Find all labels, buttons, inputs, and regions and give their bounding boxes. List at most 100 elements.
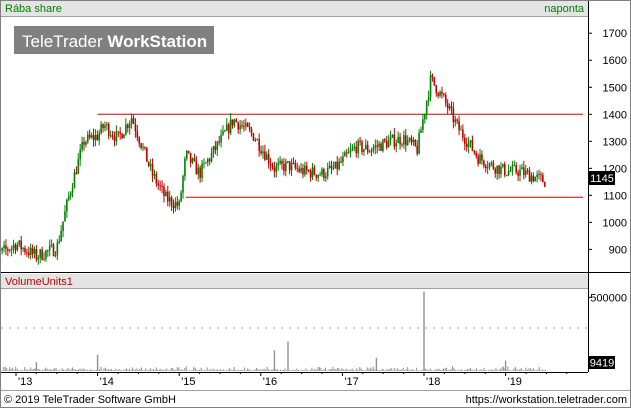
candle-body [134,123,137,132]
x-tick-label: '13 [18,376,32,388]
candle-body [3,245,5,249]
candle-body [87,134,89,142]
candle-body [205,162,207,164]
candle-body [37,257,40,260]
candle-body [425,101,428,114]
candle-body [128,123,131,128]
candle-body [98,133,101,141]
candle-body [237,122,240,130]
candle-body [492,162,495,169]
candle-body [473,150,476,153]
candle-body [102,124,104,128]
candle-body [523,167,525,175]
candle-body [435,85,438,94]
candle-body [265,154,268,160]
volume-y-ticks: 500000 [588,292,627,304]
candle-body [1,248,3,251]
candle-body [361,141,363,152]
last-volume-label: 9419 [590,358,614,370]
candle-body [349,149,352,152]
candle-body [494,168,497,174]
candle-body [168,197,171,202]
candle-body [404,135,407,145]
candle-body [48,245,51,251]
candle-body [147,161,150,166]
candle-body [174,202,177,209]
candle-body [524,170,527,175]
candle-body [464,137,466,144]
candle-body [294,162,297,168]
candle-body [305,165,308,171]
candle-body [509,170,512,172]
candle-body [92,135,95,141]
candle-body [515,165,518,173]
x-tick-label: '14 [100,376,114,388]
candle-body [199,167,201,178]
candle-body [448,106,451,109]
candle-body [119,131,121,134]
candle-body [538,174,540,176]
candle-body [73,172,76,189]
candle-body [54,255,57,257]
candle-body [500,166,502,175]
candle-body [387,140,390,148]
candle-body [281,160,283,164]
candle-body [88,134,91,138]
candle-body [532,175,535,182]
price-y-tick-label: 1100 [603,190,627,202]
candle-body [311,167,314,178]
candle-body [344,152,346,157]
candle-body [370,150,373,152]
candle-body [477,156,479,164]
candle-body [467,142,470,148]
candle-body [332,168,335,170]
candle-body [403,135,405,145]
candle-body [233,119,236,126]
volume-chart-title: VolumeUnits1 [5,276,73,288]
candle-body [125,124,127,135]
candle-body [408,138,411,141]
chart-canvas: Rába share naponta TeleTrader WorkStatio… [0,0,631,408]
candle-body [22,247,24,250]
candle-body [427,96,430,102]
candle-body [513,165,516,167]
candle-body [528,170,531,182]
candle-body [212,146,215,153]
candle-body [292,162,295,164]
candle-body [393,134,396,147]
candle-body [530,175,533,182]
candle-body [109,135,112,137]
candle-body [483,160,485,166]
candle-body [140,143,142,148]
candle-body [465,143,468,148]
candle-body [176,202,179,206]
candle-body [214,146,217,150]
candle-body [184,158,186,177]
candle-body [290,162,293,171]
candle-body [452,108,455,123]
candle-body [378,143,380,147]
candle-body [250,129,253,134]
candle-body [486,167,489,169]
candle-body [104,125,106,128]
candle-body [357,140,359,154]
price-y-tick-label: 1700 [603,28,627,40]
x-tick-label: '18 [426,376,440,388]
candle-body [142,146,144,148]
candle-body [502,163,504,167]
candle-body [218,141,220,143]
candle-body [372,147,375,151]
candle-body [39,249,42,258]
price-y-tick-label: 900 [609,244,627,256]
candle-body [326,168,329,177]
candle-body [456,119,458,121]
candle-body [113,136,116,141]
candle-body [161,186,163,188]
candle-body [121,133,123,139]
watermark-part1: TeleTrader [22,32,107,51]
price-y-tick-label: 1600 [603,55,627,67]
candle-body [285,161,287,171]
candle-body [450,106,453,109]
candle-body [189,152,192,163]
candle-body [376,145,379,147]
